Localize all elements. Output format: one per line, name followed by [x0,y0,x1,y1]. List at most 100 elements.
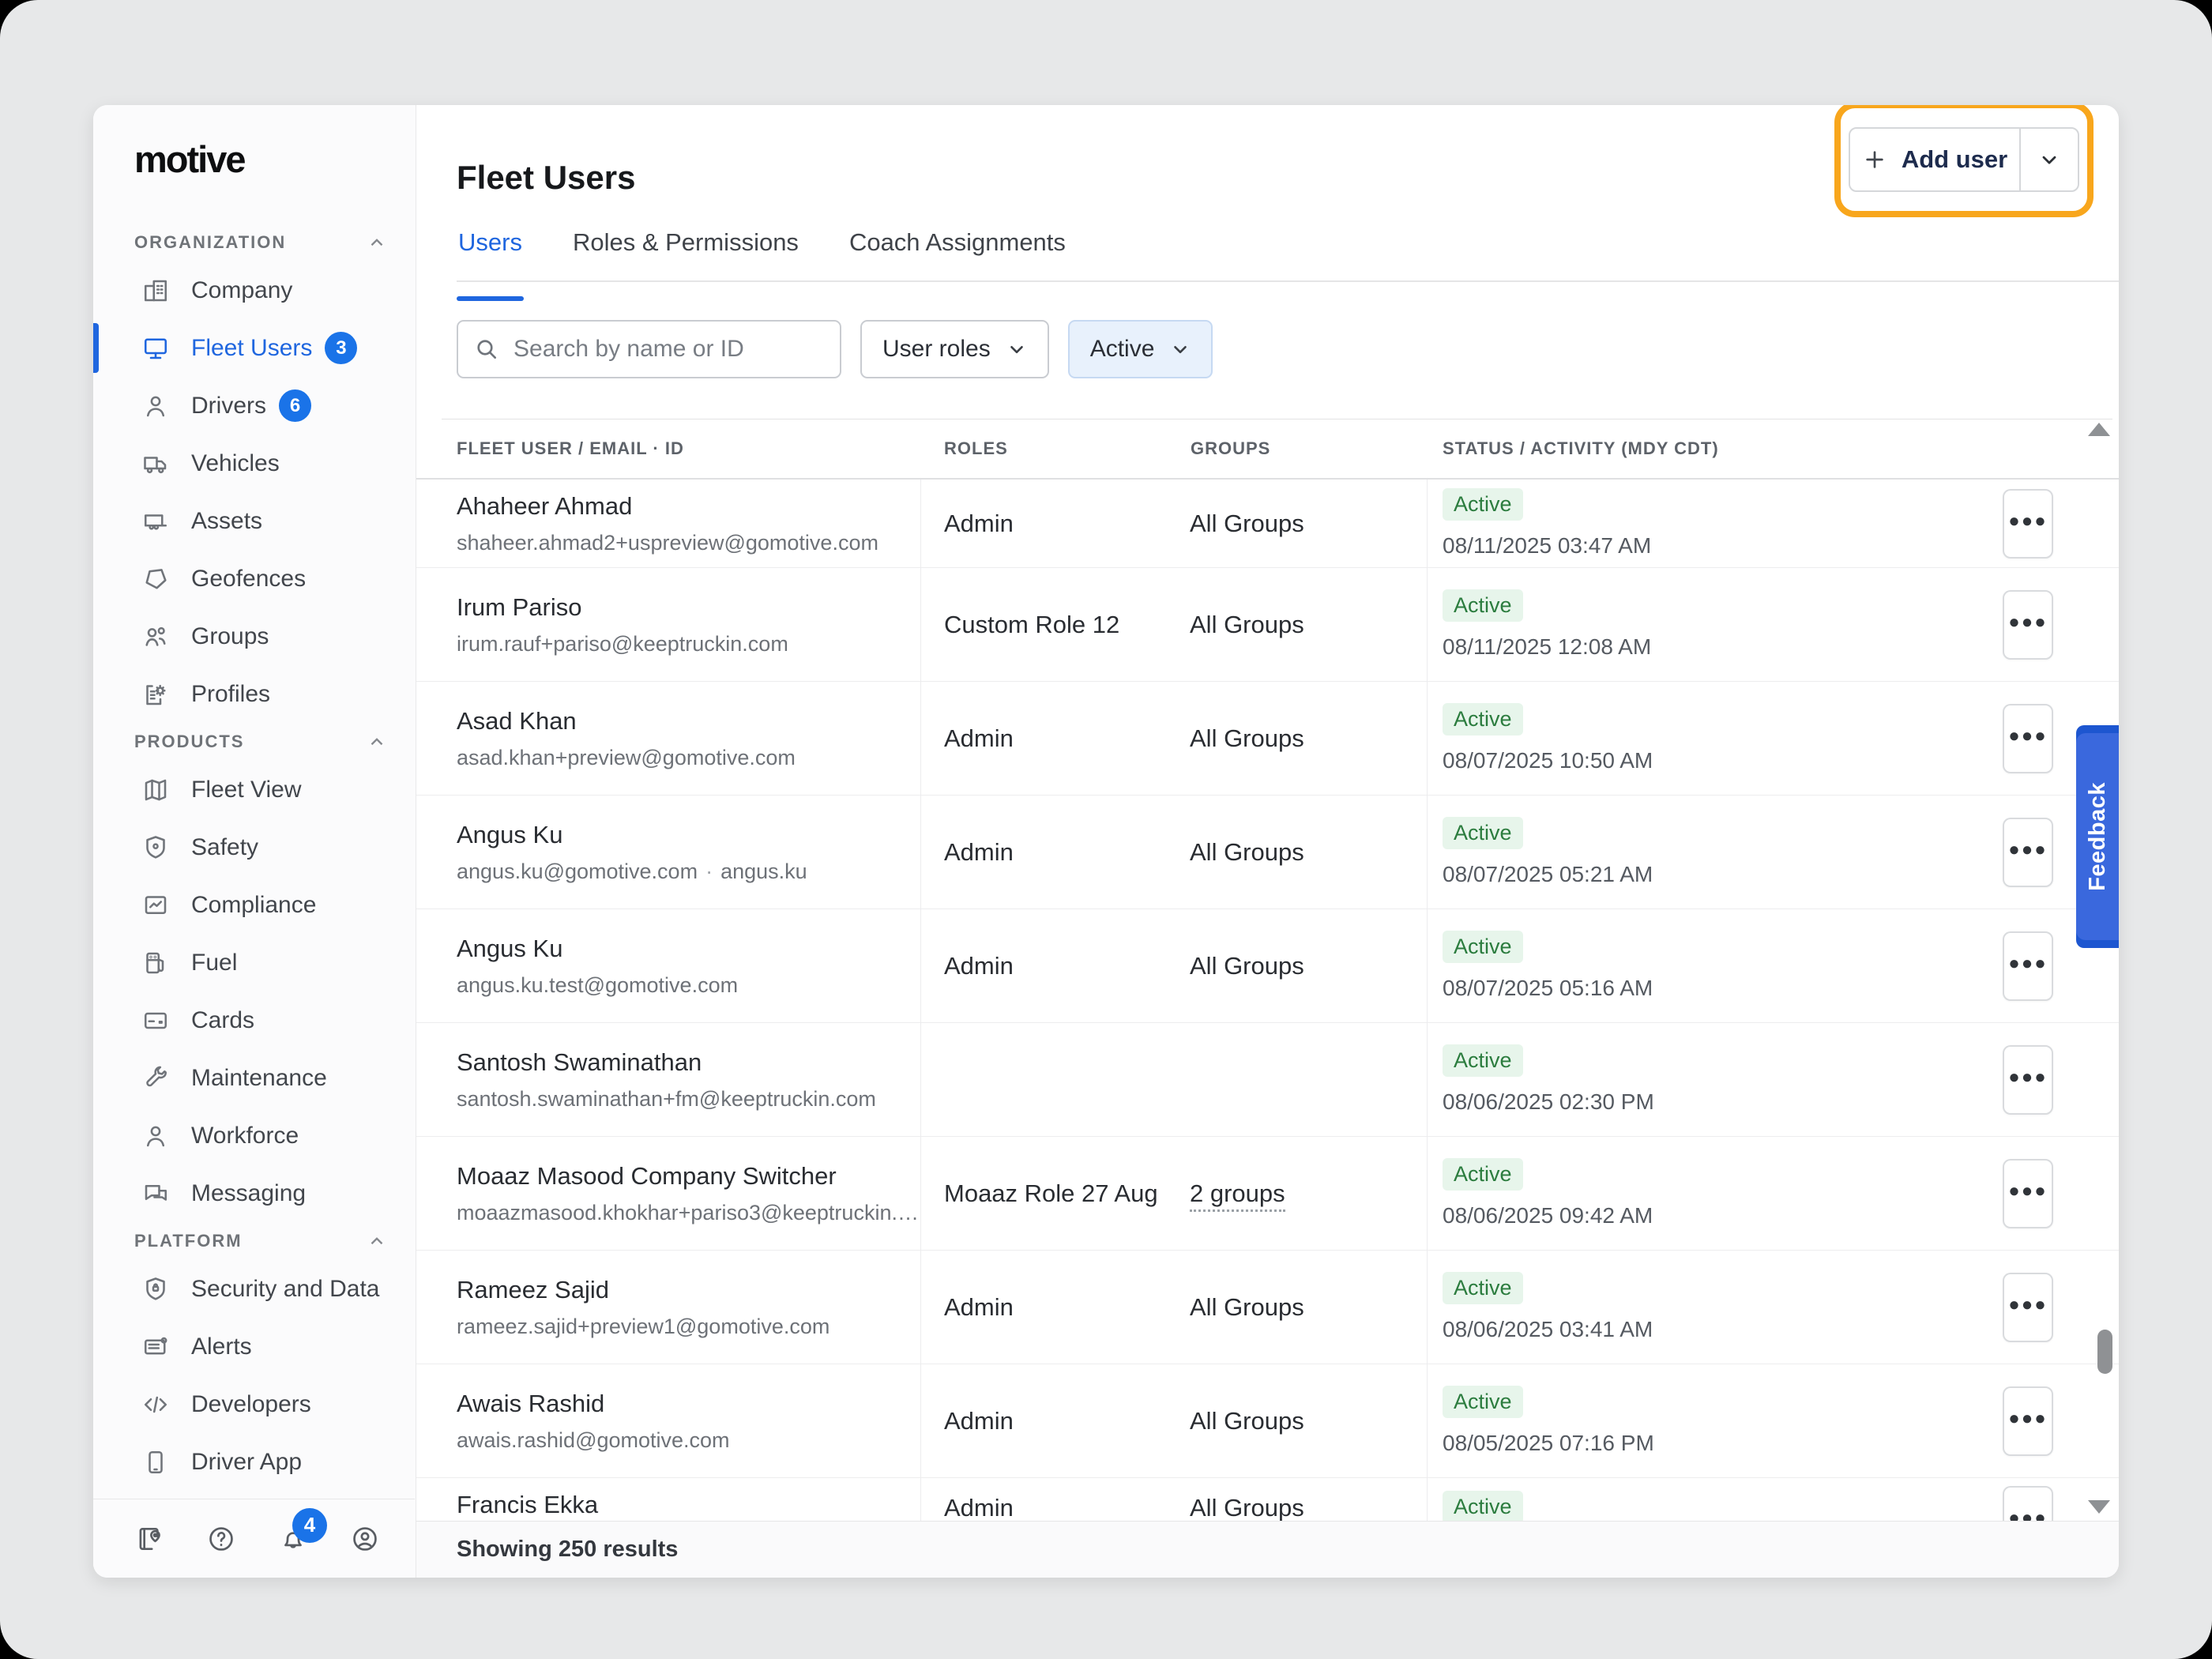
status-badge: Active [1443,1491,1523,1521]
tab-coach-assignments[interactable]: Coach Assignments [848,225,1067,280]
status-filter-dropdown[interactable]: Active [1068,320,1213,378]
user-email: angus.ku.test@gomotive.com [457,973,944,998]
sidebar-item-label: Driver App [191,1449,302,1476]
sidebar-item-developers[interactable]: Developers [93,1375,416,1433]
sidebar-item-messaging[interactable]: Messaging [93,1164,416,1222]
chevron-up-icon [367,732,387,752]
add-user-label: Add user [1902,145,2007,174]
sidebar-item-assets[interactable]: Assets [93,492,416,550]
row-actions-button[interactable]: ●●● [2003,1045,2053,1115]
user-groups: All Groups [1190,611,1304,638]
scrollbar-up-arrow[interactable] [2088,423,2110,436]
guide-icon[interactable] [134,1524,164,1554]
sidebar-item-label: Maintenance [191,1065,327,1092]
user-name: Ahaheer Ahmad [457,492,944,521]
sidebar-item-drivers[interactable]: Drivers 6 [93,377,416,434]
sidebar-item-driver-app[interactable]: Driver App [93,1433,416,1491]
credit-card-icon [141,1006,171,1036]
sidebar-item-geofences[interactable]: Geofences [93,550,416,608]
mobile-phone-icon [141,1447,171,1477]
user-name: Awais Rashid [457,1390,944,1418]
user-email: shaheer.ahmad2+uspreview@gomotive.com [457,531,944,555]
tab-roles-permissions[interactable]: Roles & Permissions [571,225,800,280]
user-email: asad.khan+preview@gomotive.com [457,746,944,770]
sidebar-item-vehicles[interactable]: Vehicles [93,434,416,492]
sidebar-item-security-and-data[interactable]: Security and Data [93,1260,416,1318]
tab-users[interactable]: Users [457,225,524,280]
status-activity: 08/07/2025 10:50 AM [1443,748,1653,773]
column-divider [1427,480,1428,1521]
row-actions-button[interactable]: ●●● [2003,590,2053,660]
row-actions-button[interactable]: ●●● [2003,1486,2053,1521]
user-email: santosh.swaminathan+fm@keeptruckin.com [457,1087,944,1112]
sidebar-item-safety[interactable]: Safety [93,818,416,876]
add-user-menu-button[interactable] [2019,129,2078,190]
user-name: Angus Ku [457,821,944,849]
sidebar-item-label: Messaging [191,1180,306,1207]
user-name: Asad Khan [457,707,944,735]
sidebar-item-profiles[interactable]: Profiles [93,665,416,723]
sidebar-section-organization[interactable]: ORGANIZATION [93,224,416,261]
sidebar-section-platform[interactable]: PLATFORM [93,1222,416,1260]
sidebar-footer: 4 [93,1499,415,1578]
results-count: Showing 250 results [457,1537,678,1563]
user-groups: All Groups [1190,1407,1304,1435]
ellipsis-icon: ●●● [2008,1507,2048,1521]
feedback-tab[interactable]: Feedback [2076,725,2119,948]
sidebar-item-company[interactable]: Company [93,261,416,319]
sidebar-item-label: Vehicles [191,450,280,477]
row-actions-button[interactable]: ●●● [2003,489,2053,559]
notifications-icon[interactable]: 4 [278,1524,308,1554]
scrollbar-down-arrow[interactable] [2088,1500,2110,1514]
sidebar-item-fleet-users[interactable]: Fleet Users 3 [93,319,416,377]
sidebar-item-workforce[interactable]: Workforce [93,1107,416,1164]
sidebar: motive ORGANIZATION Company Fleet Users … [93,105,416,1578]
column-divider [920,480,921,1521]
sidebar-section-products[interactable]: PRODUCTS [93,723,416,761]
count-badge: 6 [279,389,311,422]
row-actions-button[interactable]: ●●● [2003,1386,2053,1456]
sidebar-item-label: Company [191,277,292,304]
sidebar-item-fleet-view[interactable]: Fleet View [93,761,416,818]
polygon-icon [141,564,171,594]
status-badge: Active [1443,488,1523,521]
table-row: Awais Rashid awais.rashid@gomotive.com A… [416,1364,2119,1478]
sidebar-item-groups[interactable]: Groups [93,608,416,665]
row-actions-button[interactable]: ●●● [2003,818,2053,887]
add-user-button[interactable]: Add user [1850,129,2019,190]
row-actions-button[interactable]: ●●● [2003,931,2053,1001]
account-icon[interactable] [350,1524,380,1554]
sidebar-item-label: Alerts [191,1334,252,1360]
row-actions-button[interactable]: ●●● [2003,1159,2053,1228]
user-name: Rameez Sajid [457,1276,944,1304]
search-input[interactable] [512,335,824,363]
user-groups: All Groups [1190,838,1304,866]
table-row: Ahaheer Ahmad shaheer.ahmad2+uspreview@g… [416,480,2119,568]
section-label: PLATFORM [134,1231,243,1251]
chevron-up-icon [367,1231,387,1251]
search-box [457,320,841,378]
plus-icon [1862,147,1887,172]
help-icon[interactable] [206,1524,236,1554]
sidebar-item-alerts[interactable]: Alerts [93,1318,416,1375]
map-icon [141,775,171,805]
user-groups-link[interactable]: 2 groups [1190,1179,1285,1212]
column-header-roles: ROLES [944,438,1008,459]
scrollbar-thumb[interactable] [2097,1330,2112,1374]
user-roles-dropdown[interactable]: User roles [860,320,1049,378]
row-actions-button[interactable]: ●●● [2003,1273,2053,1342]
sidebar-item-cards[interactable]: Cards [93,991,416,1049]
table-row: Santosh Swaminathan santosh.swaminathan+… [416,1023,2119,1137]
building-icon [141,276,171,306]
user-roles: Admin [944,1407,1190,1435]
sidebar-item-compliance[interactable]: Compliance [93,876,416,934]
row-actions-button[interactable]: ●●● [2003,704,2053,773]
status-badge: Active [1443,1044,1523,1078]
section-label: ORGANIZATION [134,232,286,253]
sidebar-item-fuel[interactable]: Fuel [93,934,416,991]
status-badge: Active [1443,703,1523,736]
sidebar-item-maintenance[interactable]: Maintenance [93,1049,416,1107]
sidebar-item-label: Safety [191,834,258,861]
ellipsis-icon: ●●● [2008,1180,2048,1202]
main-card: motive ORGANIZATION Company Fleet Users … [93,105,2119,1578]
